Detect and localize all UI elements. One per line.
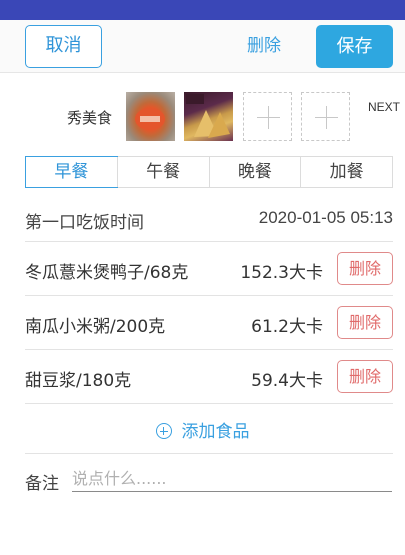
- add-circle-icon: [155, 423, 172, 439]
- delete-food-button[interactable]: 删除: [337, 252, 393, 285]
- divider: [25, 453, 393, 454]
- food-item-row: 冬瓜薏米煲鸭子/68克 152.3大卡 删除: [25, 242, 393, 296]
- delete-record-button[interactable]: 删除: [236, 25, 292, 68]
- add-food-row: 添加食品: [0, 420, 405, 450]
- food-photo-2-image: [186, 94, 230, 138]
- food-item-calories: 61.2大卡: [251, 317, 323, 337]
- cancel-button[interactable]: 取消: [25, 25, 102, 68]
- add-photo-slot[interactable]: [243, 92, 292, 141]
- food-photo-1-image: [135, 108, 165, 130]
- top-action-bar: 取消 删除 保存: [0, 20, 405, 73]
- food-item-name: 甜豆浆/180克: [25, 371, 132, 391]
- first-bite-time-label: 第一口吃饭时间: [25, 213, 144, 233]
- tab-dinner[interactable]: 晚餐: [208, 157, 301, 187]
- delete-food-button[interactable]: 删除: [337, 306, 393, 339]
- food-item-name: 冬瓜薏米煲鸭子/68克: [25, 263, 189, 283]
- food-item-row: 南瓜小米粥/200克 61.2大卡 删除: [25, 296, 393, 350]
- next-link[interactable]: NEXT: [368, 100, 400, 114]
- first-bite-time-value[interactable]: 2020-01-05 05:13: [259, 208, 393, 228]
- food-item-calories: 152.3大卡: [240, 263, 323, 283]
- note-input[interactable]: [72, 466, 392, 492]
- food-photo-thumbnail[interactable]: [184, 92, 233, 141]
- food-item-row: 甜豆浆/180克 59.4大卡 删除: [25, 350, 393, 404]
- food-photo-thumbnail[interactable]: [126, 92, 175, 141]
- status-bar: [0, 0, 405, 20]
- add-food-button[interactable]: 添加食品: [155, 420, 250, 444]
- food-item-name: 南瓜小米粥/200克: [25, 317, 166, 337]
- note-label: 备注: [25, 474, 59, 494]
- delete-food-button[interactable]: 删除: [337, 360, 393, 393]
- photo-section-label: 秀美食: [67, 109, 113, 127]
- tab-lunch[interactable]: 午餐: [116, 157, 209, 187]
- meal-tabs: 早餐 午餐 晚餐 加餐: [25, 156, 393, 188]
- add-photo-slot[interactable]: [301, 92, 350, 141]
- first-bite-time-row[interactable]: 第一口吃饭时间 2020-01-05 05:13: [25, 196, 393, 242]
- food-item-calories: 59.4大卡: [251, 371, 323, 391]
- tab-snack[interactable]: 加餐: [300, 157, 392, 187]
- save-button[interactable]: 保存: [316, 25, 393, 68]
- tab-breakfast[interactable]: 早餐: [25, 156, 118, 188]
- add-food-label: 添加食品: [181, 422, 250, 442]
- photo-row: 秀美食 NEXT: [0, 90, 405, 142]
